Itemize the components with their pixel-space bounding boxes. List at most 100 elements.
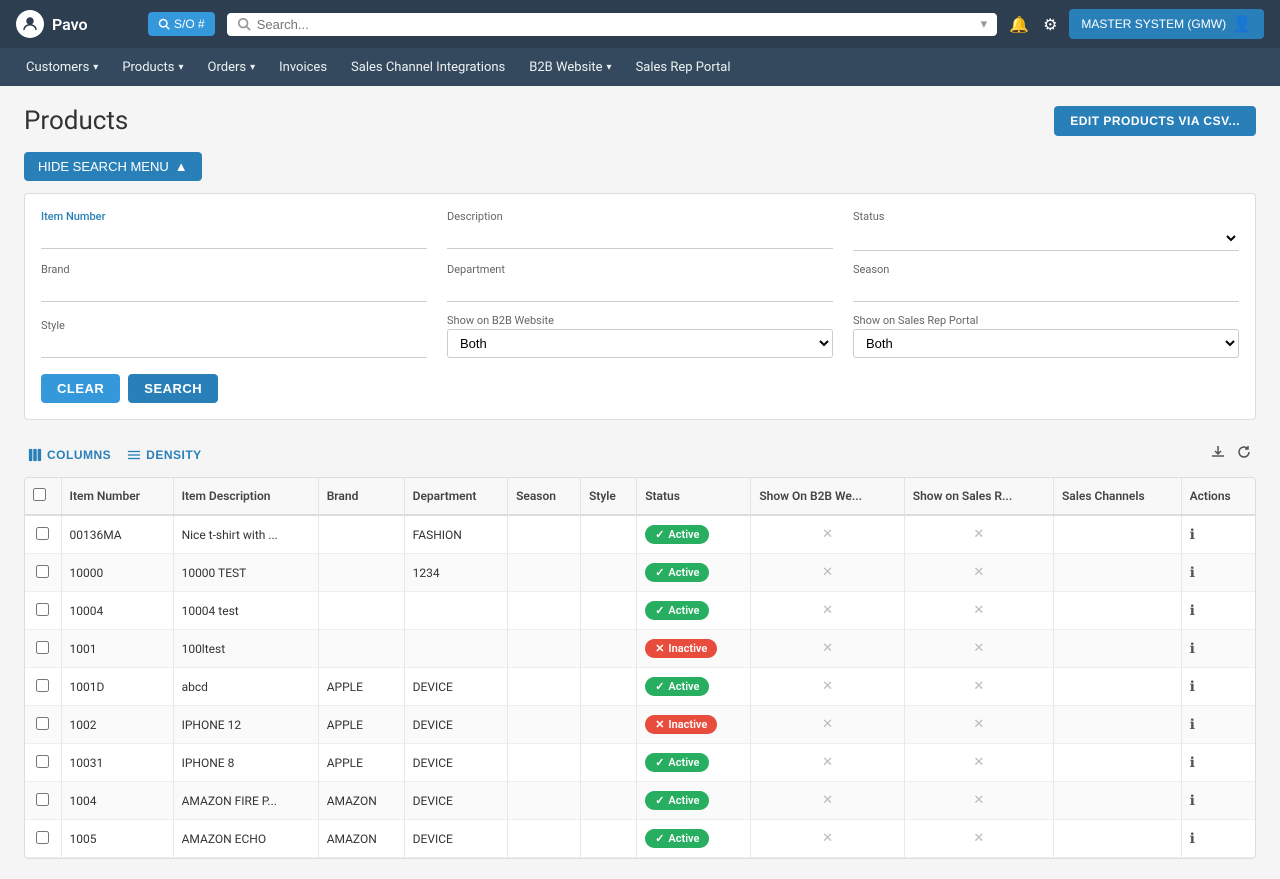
info-icon[interactable]: ℹ [1190, 831, 1195, 847]
sidebar-item-sales-channel[interactable]: Sales Channel Integrations [341, 54, 515, 81]
info-icon[interactable]: ℹ [1190, 793, 1195, 809]
col-header-show-sales: Show on Sales R... [904, 478, 1053, 515]
sidebar-item-customers[interactable]: Customers ▾ [16, 54, 108, 81]
col-header-status: Status [637, 478, 751, 515]
columns-button[interactable]: COLUMNS [28, 448, 111, 462]
row-checkbox-cell [25, 515, 61, 554]
info-icon[interactable]: ℹ [1190, 755, 1195, 771]
cell-brand: AMAZON [318, 820, 404, 858]
status-select[interactable]: Active Inactive [853, 225, 1239, 251]
row-checkbox-cell [25, 668, 61, 706]
season-input[interactable] [853, 278, 1239, 302]
cell-show-b2b: ✕ [751, 630, 904, 668]
sidebar-item-b2b[interactable]: B2B Website ▾ [519, 54, 621, 81]
info-icon[interactable]: ℹ [1190, 641, 1195, 657]
cell-item-number: 1001D [61, 668, 173, 706]
row-checkbox[interactable] [36, 831, 49, 844]
style-input[interactable] [41, 334, 427, 358]
brand-field: Brand [41, 263, 427, 302]
clear-button[interactable]: CLEAR [41, 374, 120, 403]
cell-show-sales: ✕ [904, 706, 1053, 744]
info-icon[interactable]: ℹ [1190, 679, 1195, 695]
brand-input[interactable] [41, 278, 427, 302]
info-icon[interactable]: ℹ [1190, 717, 1195, 733]
show-sales-rep-select[interactable]: Both Yes No [853, 329, 1239, 358]
col-header-show-b2b: Show On B2B We... [751, 478, 904, 515]
table-row: 10031 IPHONE 8 APPLE DEVICE ✓ Active ✕ ✕… [25, 744, 1255, 782]
cell-item-number: 1004 [61, 782, 173, 820]
refresh-button[interactable] [1236, 444, 1252, 465]
search-button[interactable]: SEARCH [128, 374, 218, 403]
cell-style [580, 554, 636, 592]
cell-show-sales: ✕ [904, 515, 1053, 554]
search-fields-row2: Brand Department Season [41, 263, 1239, 302]
sidebar-item-invoices[interactable]: Invoices [269, 54, 337, 81]
cell-brand [318, 515, 404, 554]
cell-department: DEVICE [404, 820, 507, 858]
global-search[interactable]: ▾ [227, 13, 997, 36]
bell-icon[interactable]: 🔔 [1009, 15, 1029, 34]
col-header-item-description: Item Description [173, 478, 318, 515]
cell-sales-channels [1053, 630, 1181, 668]
row-checkbox[interactable] [36, 641, 49, 654]
select-all-checkbox[interactable] [33, 488, 46, 501]
cell-show-b2b: ✕ [751, 706, 904, 744]
cell-actions: ℹ [1181, 515, 1255, 554]
cell-brand: APPLE [318, 744, 404, 782]
row-checkbox[interactable] [36, 527, 49, 540]
show-sales-rep-field: Show on Sales Rep Portal Both Yes No [853, 314, 1239, 358]
season-field: Season [853, 263, 1239, 302]
row-checkbox[interactable] [36, 793, 49, 806]
gear-icon[interactable]: ⚙ [1043, 15, 1057, 34]
cell-style [580, 592, 636, 630]
show-b2b-select[interactable]: Both Yes No [447, 329, 833, 358]
search-fields-row1: Item Number Description Status Active In… [41, 210, 1239, 251]
cell-item-number: 1002 [61, 706, 173, 744]
info-icon[interactable]: ℹ [1190, 565, 1195, 581]
global-search-input[interactable] [257, 17, 975, 32]
cell-style [580, 820, 636, 858]
logo-area: Pavo [16, 10, 136, 38]
cell-season [508, 668, 581, 706]
so-button[interactable]: S/O # [148, 12, 215, 36]
cell-actions: ℹ [1181, 630, 1255, 668]
department-input[interactable] [447, 278, 833, 302]
chevron-down-icon: ▾ [607, 62, 612, 73]
row-checkbox[interactable] [36, 755, 49, 768]
download-button[interactable] [1210, 444, 1226, 465]
cell-show-sales: ✕ [904, 744, 1053, 782]
cell-department [404, 630, 507, 668]
cell-style [580, 782, 636, 820]
row-checkbox[interactable] [36, 565, 49, 578]
row-checkbox[interactable] [36, 679, 49, 692]
info-icon[interactable]: ℹ [1190, 603, 1195, 619]
cell-brand [318, 554, 404, 592]
cell-season [508, 744, 581, 782]
hide-search-menu-button[interactable]: HIDE SEARCH MENU ▲ [24, 152, 202, 181]
row-checkbox-cell [25, 782, 61, 820]
select-all-header [25, 478, 61, 515]
item-number-input[interactable] [41, 225, 427, 249]
edit-csv-button[interactable]: EDIT PRODUCTS VIA CSV... [1054, 106, 1256, 136]
cell-status: ✓ Active [637, 782, 751, 820]
density-button[interactable]: DENSITY [127, 448, 202, 462]
description-input[interactable] [447, 225, 833, 249]
info-icon[interactable]: ℹ [1190, 527, 1195, 543]
row-checkbox[interactable] [36, 603, 49, 616]
sidebar-item-sales-rep[interactable]: Sales Rep Portal [626, 54, 741, 81]
columns-icon [28, 448, 42, 462]
user-button[interactable]: MASTER SYSTEM (GMW) 👤 [1069, 9, 1264, 39]
page-title: Products [24, 106, 128, 136]
cell-description: AMAZON ECHO [173, 820, 318, 858]
cell-actions: ℹ [1181, 668, 1255, 706]
row-checkbox-cell [25, 592, 61, 630]
cell-sales-channels [1053, 554, 1181, 592]
row-checkbox[interactable] [36, 717, 49, 730]
sidebar-item-orders[interactable]: Orders ▾ [198, 54, 266, 81]
cell-status: ✕ Inactive [637, 630, 751, 668]
cell-season [508, 630, 581, 668]
status-badge: ✓ Active [645, 563, 709, 582]
cell-brand [318, 592, 404, 630]
cell-item-number: 10004 [61, 592, 173, 630]
sidebar-item-products[interactable]: Products ▾ [112, 54, 193, 81]
